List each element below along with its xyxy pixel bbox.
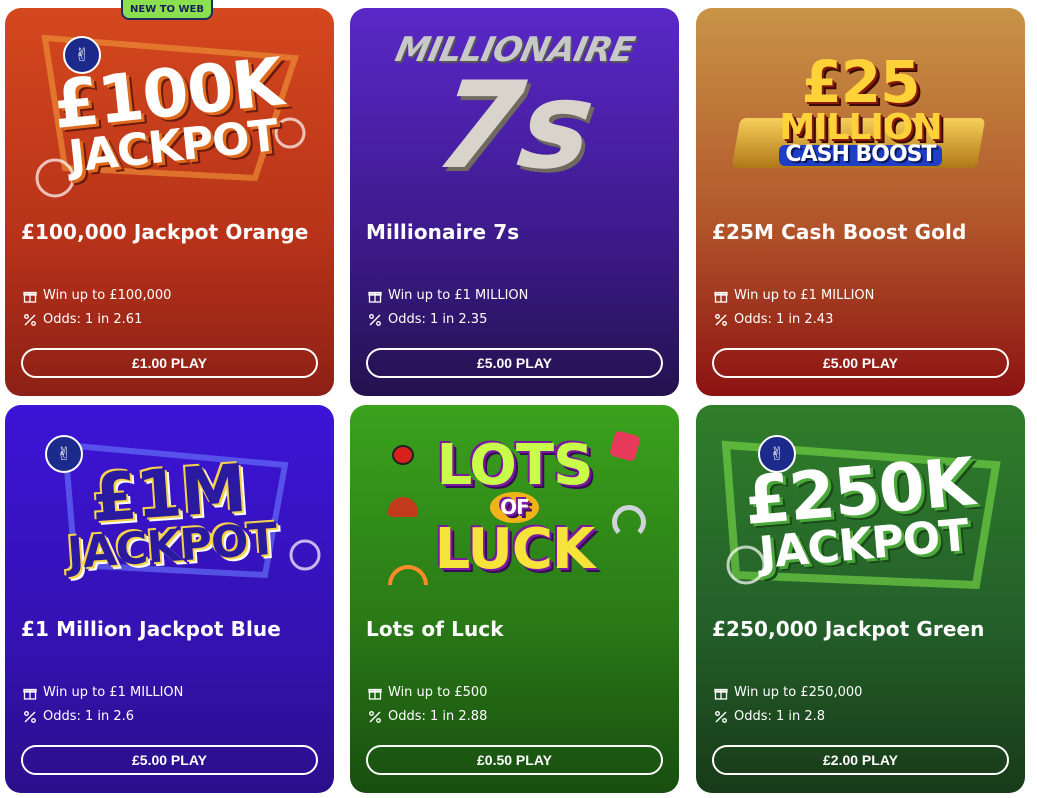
game-card-millionaire-7s[interactable]: MILLIONAIRE 7s Millionaire 7s Win up to … (350, 8, 679, 396)
prize-text: Win up to £250,000 (734, 685, 863, 700)
game-card-jackpot-blue[interactable]: ✌ £1M JACKPOT £1 Million Jackpot Blue Wi… (5, 405, 334, 793)
art-line2: JACKPOT (65, 513, 278, 580)
crossed-fingers-logo-icon: ✌ (45, 435, 83, 473)
odds-text: Odds: 1 in 2.6 (43, 709, 135, 724)
prize-text: Win up to £1 MILLION (43, 685, 184, 700)
art-line2: 7s (428, 56, 601, 196)
odds-text: Odds: 1 in 2.61 (43, 312, 143, 327)
ladybird-icon (392, 445, 414, 465)
game-artwork: ✌ £250K JACKPOT (696, 405, 1025, 610)
game-artwork: ✌ £100K JACKPOT (5, 8, 334, 213)
game-title: £250,000 Jackpot Green (712, 617, 985, 641)
percent-icon (715, 710, 727, 723)
game-title: £1 Million Jackpot Blue (21, 617, 281, 641)
prize-row: Win up to £500 (368, 685, 487, 700)
odds-text: Odds: 1 in 2.35 (388, 312, 488, 327)
gift-icon (368, 291, 382, 303)
game-artwork: £25 MILLION CASH BOOST (696, 8, 1025, 213)
odds-row: Odds: 1 in 2.8 (714, 709, 825, 724)
dice-icon (609, 430, 641, 462)
rainbow-icon (388, 565, 428, 585)
game-card-jackpot-green[interactable]: ✌ £250K JACKPOT £250,000 Jackpot Green W… (696, 405, 1025, 793)
percent-icon (24, 710, 36, 723)
odds-row: Odds: 1 in 2.35 (368, 312, 487, 327)
prize-row: Win up to £1 MILLION (714, 288, 874, 303)
gift-icon (714, 688, 728, 700)
game-title: £100,000 Jackpot Orange (21, 220, 309, 244)
game-card-cash-boost-gold[interactable]: £25 MILLION CASH BOOST £25M Cash Boost G… (696, 8, 1025, 396)
gift-icon (368, 688, 382, 700)
odds-row: Odds: 1 in 2.43 (714, 312, 833, 327)
odds-row: Odds: 1 in 2.6 (23, 709, 134, 724)
game-artwork: LOTS OF LUCK (350, 405, 679, 610)
horseshoe-icon (612, 505, 646, 539)
prize-text: Win up to £1 MILLION (388, 288, 529, 303)
percent-icon (369, 313, 381, 326)
play-button[interactable]: £5.00 PLAY (366, 348, 663, 378)
game-artwork: ✌ £1M JACKPOT (5, 405, 334, 610)
play-button[interactable]: £5.00 PLAY (712, 348, 1009, 378)
art-line3: CASH BOOST (779, 143, 942, 166)
play-button[interactable]: £1.00 PLAY (21, 348, 318, 378)
prize-row: Win up to £250,000 (714, 685, 862, 700)
prize-row: Win up to £1 MILLION (368, 288, 528, 303)
new-to-web-badge: NEW TO WEB (121, 0, 213, 20)
art-line1: £25 (801, 48, 920, 117)
gift-icon (23, 291, 37, 303)
odds-row: Odds: 1 in 2.88 (368, 709, 487, 724)
art-line1: LOTS (436, 432, 594, 498)
art-line2: MILLION (779, 106, 942, 148)
prize-text: Win up to £100,000 (43, 288, 172, 303)
play-button[interactable]: £0.50 PLAY (366, 745, 663, 775)
play-button[interactable]: £2.00 PLAY (712, 745, 1009, 775)
prize-text: Win up to £1 MILLION (734, 288, 875, 303)
game-title: Lots of Luck (366, 617, 504, 641)
percent-icon (715, 313, 727, 326)
mushroom-icon (388, 497, 418, 517)
odds-text: Odds: 1 in 2.88 (388, 709, 488, 724)
game-title: £25M Cash Boost Gold (712, 220, 967, 244)
gift-icon (23, 688, 37, 700)
art-line3: LUCK (434, 517, 596, 582)
game-card-lots-of-luck[interactable]: LOTS OF LUCK Lots of Luck Win up to £500… (350, 405, 679, 793)
prize-text: Win up to £500 (388, 685, 488, 700)
odds-row: Odds: 1 in 2.61 (23, 312, 142, 327)
game-title: Millionaire 7s (366, 220, 520, 244)
odds-text: Odds: 1 in 2.8 (734, 709, 826, 724)
game-artwork: MILLIONAIRE 7s (350, 8, 679, 213)
prize-row: Win up to £100,000 (23, 288, 171, 303)
gift-icon (714, 291, 728, 303)
play-button[interactable]: £5.00 PLAY (21, 745, 318, 775)
game-card-jackpot-orange[interactable]: ✌ £100K JACKPOT £100,000 Jackpot Orange … (5, 8, 334, 396)
odds-text: Odds: 1 in 2.43 (734, 312, 834, 327)
percent-icon (369, 710, 381, 723)
percent-icon (24, 313, 36, 326)
prize-row: Win up to £1 MILLION (23, 685, 183, 700)
